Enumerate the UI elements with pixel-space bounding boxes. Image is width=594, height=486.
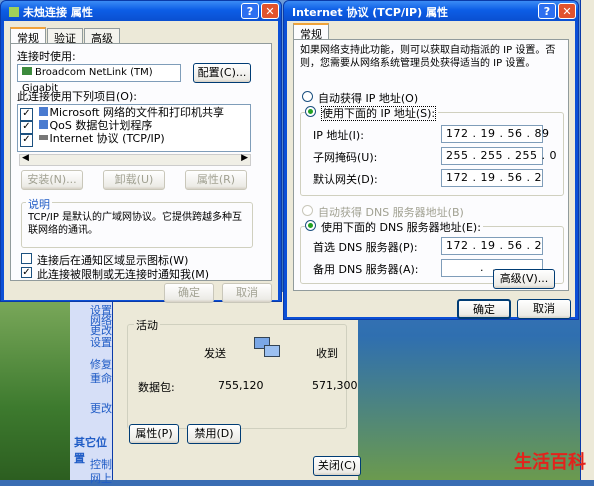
activity-legend: 活动 [134, 317, 160, 333]
preferred-dns-field[interactable]: 172 . 19 . 56 . 2 [441, 237, 543, 255]
qos-icon [38, 120, 48, 129]
packets-label: 数据包: [138, 381, 175, 394]
watermark-text: 生活百科 [514, 452, 586, 473]
use-ip-radio[interactable] [305, 106, 316, 117]
list-item[interactable]: ✓ Microsoft 网络的文件和打印机共享 [20, 106, 250, 121]
protocol-icon [38, 135, 48, 140]
list-item[interactable]: ✓ QoS 数据包计划程序 [20, 119, 250, 134]
connect-using-label: 连接时使用: [17, 50, 76, 63]
status-properties-button[interactable]: 属性(P) [129, 424, 179, 444]
subnet-mask-field[interactable]: 255 . 255 . 255 . 0 [441, 147, 556, 165]
sidebar-item[interactable]: 设置 [90, 334, 112, 350]
static-ip-group: 使用下面的 IP 地址(S): IP 地址(I): 172 . 19 . 56 … [300, 105, 564, 196]
preferred-dns-label: 首选 DNS 服务器(P): [313, 241, 418, 254]
use-dns-option[interactable]: 使用下面的 DNS 服务器地址(E): [305, 219, 483, 235]
ip-address-label: IP 地址(I): [313, 129, 364, 142]
sidebar-item[interactable]: 重命 [90, 370, 112, 386]
items-scrollbar[interactable]: ◀ ▶ [19, 153, 251, 166]
auto-ip-option[interactable]: 自动获得 IP 地址(O) [302, 90, 418, 106]
ip-address-field[interactable]: 172 . 19 . 56 . 89 [441, 125, 549, 143]
adapter-field: Broadcom NetLink (TM) Gigabit [17, 64, 181, 94]
scroll-right-icon[interactable]: ▶ [241, 153, 248, 163]
network-connection-icon [9, 7, 19, 17]
items-list: ✓ Microsoft 网络的文件和打印机共享 ✓ QoS 数据包计划程序 ✓ … [17, 104, 251, 152]
show-icon-checkbox[interactable] [21, 253, 32, 264]
win2-tabs: 常规 [293, 23, 330, 44]
notify-checkbox[interactable]: ✓ [21, 267, 32, 278]
win1-general-panel: 连接时使用: Broadcom NetLink (TM) Gigabit 配置(… [10, 43, 272, 281]
win2-titlebar: Internet 协议 (TCP/IP) 属性 [284, 1, 578, 21]
item-checkbox[interactable]: ✓ [20, 121, 33, 134]
scroll-left-icon[interactable]: ◀ [22, 153, 29, 163]
status-window: 活动 发送 收到 数据包: 755,120 571,300 属性(P) 禁用(D… [112, 292, 361, 480]
list-item-label: QoS 数据包计划程序 [49, 119, 153, 132]
description-text: TCP/IP 是默认的广域网协议。它提供跨越多种互联网络的通讯。 [28, 212, 243, 236]
status-close-button[interactable]: 关闭(C) [313, 456, 361, 476]
auto-dns-radio[interactable] [302, 205, 313, 216]
sent-value: 755,120 [218, 379, 264, 392]
win2-cancel-button[interactable]: 取消 [517, 299, 571, 319]
received-value: 571,300 [312, 379, 358, 392]
share-icon [38, 107, 48, 116]
notify-label: 此连接被限制或无连接时通知我(M) [37, 268, 210, 281]
list-item-label: Internet 协议 (TCP/IP) [49, 132, 165, 145]
use-dns-radio[interactable] [305, 220, 316, 231]
auto-dns-option[interactable]: 自动获得 DNS 服务器地址(B) [302, 204, 464, 220]
auto-ip-radio[interactable] [302, 91, 313, 102]
auto-dns-label: 自动获得 DNS 服务器地址(B) [318, 206, 464, 219]
intro-text: 如果网络支持此功能，则可以获取自动指派的 IP 设置。否则，您需要从网络系统管理… [300, 45, 556, 69]
list-item[interactable]: ✓ Internet 协议 (TCP/IP) [20, 132, 250, 147]
win1-ok-button[interactable]: 确定 [164, 283, 214, 303]
win2-general-panel: 如果网络支持此功能，则可以获取自动指派的 IP 设置。否则，您需要从网络系统管理… [293, 39, 569, 291]
win1-help-button[interactable]: ? [241, 3, 259, 19]
default-gateway-field[interactable]: 172 . 19 . 56 . 2 [441, 169, 543, 187]
advanced-button[interactable]: 高级(V)... [493, 269, 555, 289]
desktop-wallpaper-grass [0, 300, 75, 480]
win1-title: 未烛连接 属性 [23, 6, 93, 19]
status-disable-button[interactable]: 禁用(D) [187, 424, 241, 444]
win2-client: 常规 如果网络支持此功能，则可以获取自动指派的 IP 设置。否则，您需要从网络系… [287, 21, 575, 319]
connection-properties-window: 未烛连接 属性 ? ✕ 常规 验证 高级 连接时使用: Broadcom NetLi… [0, 0, 282, 303]
sidebar-item[interactable]: 网上 [90, 470, 112, 486]
description-group: 说明 TCP/IP 是默认的广域网协议。它提供跨越多种互联网络的通讯。 [21, 196, 253, 248]
win1-tabs: 常规 验证 高级 [10, 27, 121, 48]
use-ip-option[interactable]: 使用下面的 IP 地址(S): [305, 105, 439, 121]
win2-close-button[interactable]: ✕ [558, 3, 576, 19]
default-gateway-label: 默认网关(D): [313, 173, 378, 186]
right-window-edge [580, 0, 594, 480]
uninstall-button[interactable]: 卸载(U) [103, 170, 165, 190]
activity-group: 活动 发送 收到 数据包: 755,120 571,300 [127, 317, 358, 429]
adapter-icon [22, 67, 32, 75]
sent-label: 发送 [204, 347, 226, 360]
notify-option[interactable]: ✓ 此连接被限制或无连接时通知我(M) [21, 266, 209, 282]
use-ip-label: 使用下面的 IP 地址(S): [321, 106, 437, 121]
description-legend: 说明 [26, 196, 52, 212]
win1-client: 常规 验证 高级 连接时使用: Broadcom NetLink (TM) Giga… [4, 21, 278, 303]
configure-button[interactable]: 配置(C)... [193, 63, 251, 83]
tcpip-properties-window: Internet 协议 (TCP/IP) 属性 ? ✕ 常规 如果网络支持此功能… [283, 0, 579, 320]
item-properties-button[interactable]: 属性(R) [185, 170, 247, 190]
install-button[interactable]: 安装(N)... [21, 170, 83, 190]
use-dns-label: 使用下面的 DNS 服务器地址(E): [321, 221, 481, 234]
win2-ok-button[interactable]: 确定 [457, 299, 511, 319]
win1-titlebar: 未烛连接 属性 [1, 1, 281, 21]
auto-ip-label: 自动获得 IP 地址(O) [318, 92, 419, 105]
win2-title: Internet 协议 (TCP/IP) 属性 [292, 6, 448, 19]
alternate-dns-label: 备用 DNS 服务器(A): [313, 263, 419, 276]
items-label: 此连接使用下列项目(O): [17, 90, 137, 103]
task-sidebar: 设置 网络 更改 设置 修复 重命 更改 其它位置 控制 网上 [70, 300, 112, 485]
win2-help-button[interactable]: ? [538, 3, 556, 19]
subnet-mask-label: 子网掩码(U): [313, 151, 378, 164]
received-label: 收到 [316, 347, 338, 360]
item-checkbox[interactable]: ✓ [20, 108, 33, 121]
item-checkbox[interactable]: ✓ [20, 134, 33, 147]
network-computers-icon [254, 337, 284, 363]
list-item-label: Microsoft 网络的文件和打印机共享 [49, 106, 225, 119]
sidebar-item[interactable]: 更改 [90, 400, 112, 416]
win1-cancel-button[interactable]: 取消 [222, 283, 272, 303]
win1-close-button[interactable]: ✕ [261, 3, 279, 19]
